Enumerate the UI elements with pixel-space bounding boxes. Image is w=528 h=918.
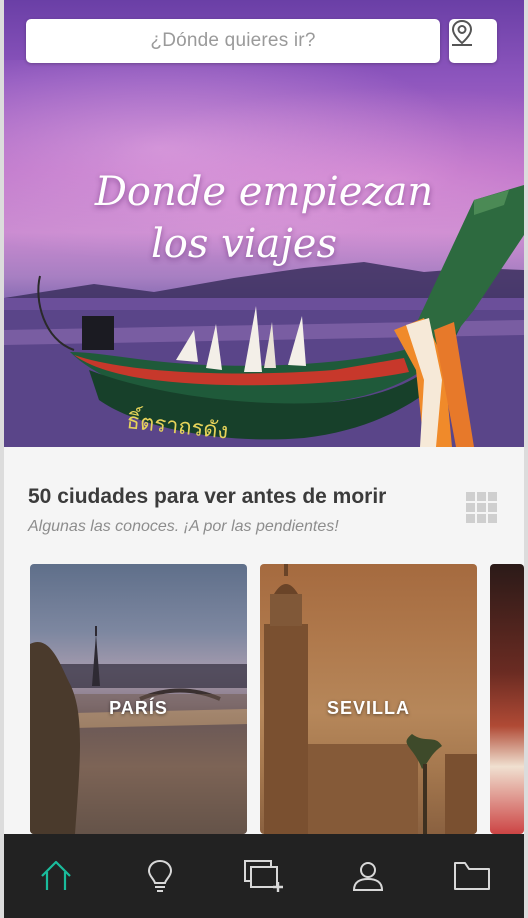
- tagline-line-1: Donde empiezan: [94, 169, 434, 215]
- grid-view-icon[interactable]: [466, 492, 498, 524]
- hero-tagline: Donde empiezan los viajes: [84, 165, 444, 269]
- city-card-sevilla[interactable]: SEVILLA: [260, 564, 477, 834]
- app-screen: ธิ์ตราถรดัง ¿Dónde quieres ir? Donde emp…: [4, 0, 524, 918]
- user-icon: [352, 862, 384, 891]
- add-photo-icon: [244, 860, 283, 892]
- hero-banner: ธิ์ตราถรดัง ¿Dónde quieres ir? Donde emp…: [4, 0, 524, 447]
- card-label-sevilla: SEVILLA: [326, 698, 410, 718]
- bottom-tab-bar: [4, 834, 524, 918]
- tab-ideas[interactable]: [108, 834, 212, 918]
- location-button[interactable]: [449, 19, 497, 63]
- tab-add[interactable]: [212, 834, 316, 918]
- city-card-next[interactable]: [490, 564, 524, 834]
- tab-folder[interactable]: [420, 834, 524, 918]
- tab-home[interactable]: [4, 834, 108, 918]
- folder-icon: [454, 862, 490, 890]
- card-label-paris: PARÍS: [109, 698, 168, 718]
- lightbulb-icon: [147, 859, 173, 892]
- section-subtitle: Algunas las conoces. ¡A por las pendient…: [28, 518, 339, 535]
- home-icon: [41, 860, 71, 890]
- section-header: 50 ciudades para ver antes de morir Algu…: [4, 447, 524, 562]
- search-placeholder: ¿Dónde quieres ir?: [150, 30, 316, 51]
- location-pin-icon: [451, 19, 473, 46]
- city-card-paris[interactable]: PARÍS: [30, 564, 247, 834]
- tagline-line-2: los viajes: [151, 221, 337, 267]
- section-title: 50 ciudades para ver antes de morir: [28, 485, 387, 508]
- tab-profile[interactable]: [316, 834, 420, 918]
- search-input[interactable]: ¿Dónde quieres ir?: [26, 19, 440, 63]
